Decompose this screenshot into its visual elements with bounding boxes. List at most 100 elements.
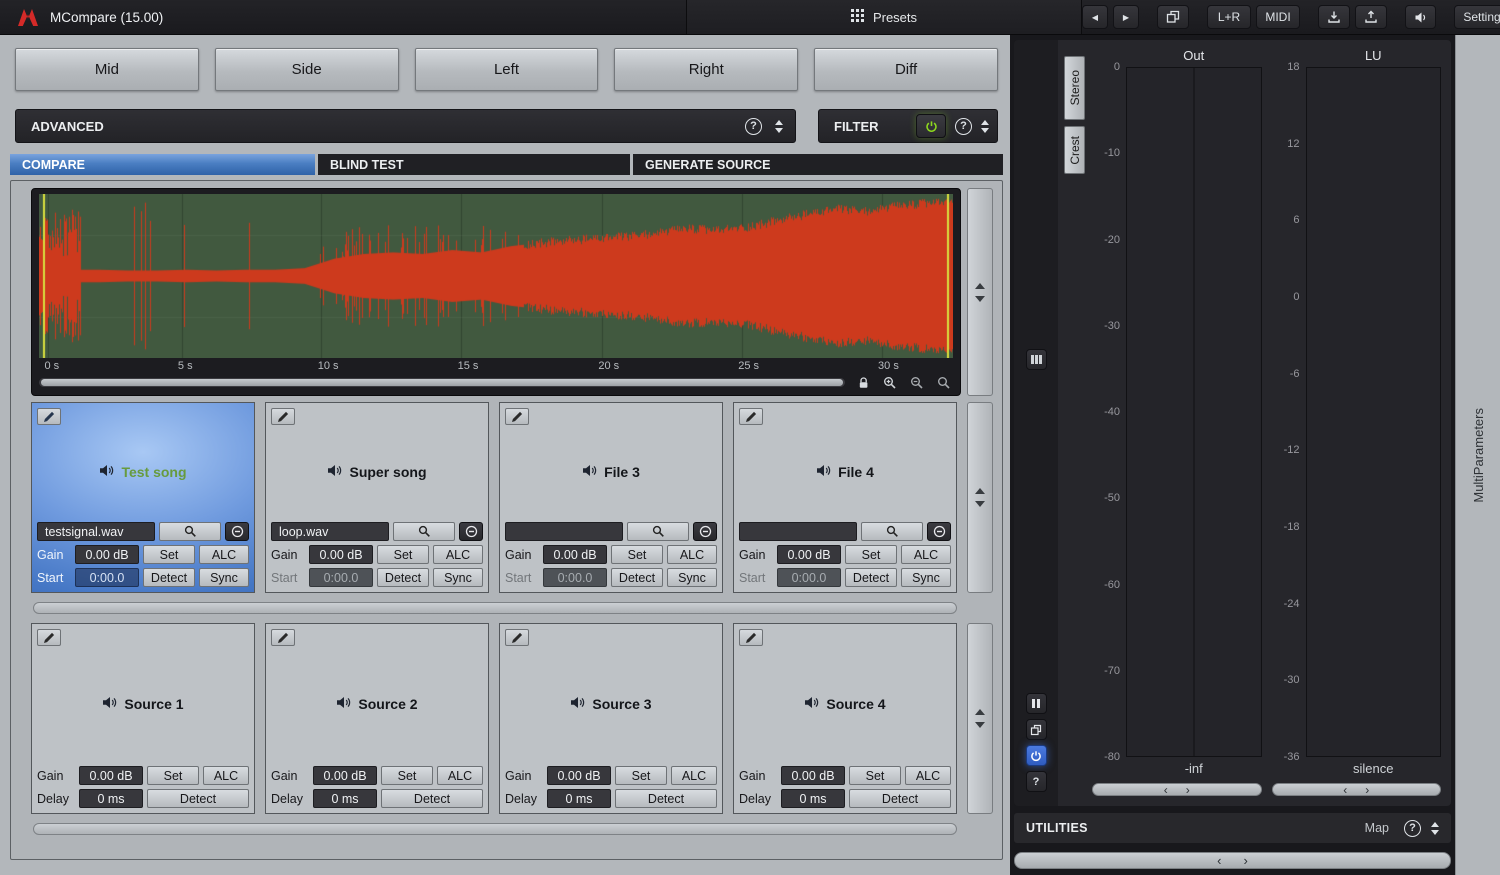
meter-power-button[interactable] xyxy=(1026,745,1047,766)
zoom-reset-icon[interactable] xyxy=(935,375,953,391)
import-icon[interactable] xyxy=(1318,5,1350,29)
channel-mid-button[interactable]: Mid xyxy=(15,48,199,91)
alc-button[interactable]: ALC xyxy=(905,766,951,785)
channel-side-button[interactable]: Side xyxy=(215,48,399,91)
detect-button[interactable]: Detect xyxy=(143,568,195,587)
waveform-scrollbar[interactable] xyxy=(39,378,845,387)
detach-window-icon[interactable] xyxy=(1026,719,1047,740)
gain-value[interactable]: 0.00 dB xyxy=(777,545,841,564)
sources-scrollbar[interactable] xyxy=(33,823,957,835)
tab-generate-source[interactable]: GENERATE SOURCE xyxy=(633,154,1003,175)
remove-icon[interactable] xyxy=(225,522,249,541)
ab-copy-icon[interactable] xyxy=(1157,5,1189,29)
lu-meter-bars[interactable] xyxy=(1306,67,1442,757)
detect-button[interactable]: Detect xyxy=(845,568,897,587)
pencil-icon[interactable] xyxy=(37,408,61,425)
map-button[interactable]: Map xyxy=(1365,821,1389,835)
detect-button[interactable]: Detect xyxy=(615,789,717,808)
tab-stereo[interactable]: Stereo xyxy=(1064,56,1085,120)
set-button[interactable]: Set xyxy=(611,545,663,564)
source-slot-2[interactable]: Source 2 Gain 0.00 dB Set ALC Delay 0 ms… xyxy=(265,623,489,814)
pencil-icon[interactable] xyxy=(271,408,295,425)
filename-field[interactable]: testsignal.wav xyxy=(37,522,155,541)
channel-mode-button[interactable]: L+R xyxy=(1207,5,1251,29)
previous-preset-button[interactable]: ◀ xyxy=(1082,5,1108,29)
gain-value[interactable]: 0.00 dB xyxy=(309,545,373,564)
filter-bar[interactable]: FILTER ? xyxy=(818,109,998,143)
waveform-display[interactable] xyxy=(39,194,953,358)
pencil-icon[interactable] xyxy=(37,629,61,646)
waveform-resize-spinner[interactable] xyxy=(967,188,993,396)
output-limiter-icon[interactable] xyxy=(1405,5,1436,29)
alc-button[interactable]: ALC xyxy=(199,545,249,564)
start-value[interactable]: 0:00.0 xyxy=(777,568,841,587)
alc-button[interactable]: ALC xyxy=(901,545,951,564)
slots-resize-spinner[interactable] xyxy=(967,402,993,593)
utilities-bar[interactable]: UTILITIES Map ? xyxy=(1014,813,1451,843)
filename-field[interactable] xyxy=(505,522,623,541)
alc-button[interactable]: ALC xyxy=(437,766,483,785)
presets-button[interactable]: Presets xyxy=(686,0,1082,34)
start-value[interactable]: 0:00.0 xyxy=(75,568,139,587)
delay-value[interactable]: 0 ms xyxy=(547,789,611,808)
zoom-out-icon[interactable] xyxy=(908,375,926,391)
filter-help-icon[interactable]: ? xyxy=(955,118,972,135)
sync-button[interactable]: Sync xyxy=(433,568,483,587)
utilities-spinner[interactable] xyxy=(1431,822,1439,835)
multiparameters-panel-handle[interactable]: MultiParameters xyxy=(1455,35,1500,875)
delay-value[interactable]: 0 ms xyxy=(313,789,377,808)
set-button[interactable]: Set xyxy=(143,545,195,564)
file-slot-4[interactable]: File 4 Gain 0.00 dB Set ALC Start 0:00.0… xyxy=(733,402,957,593)
remove-icon[interactable] xyxy=(459,522,483,541)
gain-value[interactable]: 0.00 dB xyxy=(79,766,143,785)
remove-icon[interactable] xyxy=(927,522,951,541)
browse-icon[interactable] xyxy=(159,522,221,541)
set-button[interactable]: Set xyxy=(845,545,897,564)
panel-width-slider[interactable]: ‹ › xyxy=(1014,852,1451,869)
sync-button[interactable]: Sync xyxy=(199,568,249,587)
tab-blind-test[interactable]: BLIND TEST xyxy=(318,154,630,175)
gain-value[interactable]: 0.00 dB xyxy=(781,766,845,785)
file-slot-super-song[interactable]: Super song loop.wav Gain 0.00 dB Set ALC… xyxy=(265,402,489,593)
pencil-icon[interactable] xyxy=(505,408,529,425)
detect-button[interactable]: Detect xyxy=(849,789,951,808)
filter-power-button[interactable] xyxy=(916,114,946,138)
gain-value[interactable]: 0.00 dB xyxy=(543,545,607,564)
gain-value[interactable]: 0.00 dB xyxy=(547,766,611,785)
melda-logo-icon[interactable] xyxy=(16,7,40,27)
filter-spinner[interactable] xyxy=(981,120,989,133)
meter-columns-icon[interactable] xyxy=(1026,349,1047,370)
export-icon[interactable] xyxy=(1355,5,1387,29)
gain-value[interactable]: 0.00 dB xyxy=(313,766,377,785)
delay-value[interactable]: 0 ms xyxy=(781,789,845,808)
delay-value[interactable]: 0 ms xyxy=(79,789,143,808)
channel-left-button[interactable]: Left xyxy=(415,48,599,91)
channel-right-button[interactable]: Right xyxy=(614,48,798,91)
browse-icon[interactable] xyxy=(393,522,455,541)
zoom-in-icon[interactable] xyxy=(881,375,899,391)
tab-crest[interactable]: Crest xyxy=(1064,126,1085,174)
source-slot-1[interactable]: Source 1 Gain 0.00 dB Set ALC Delay 0 ms… xyxy=(31,623,255,814)
alc-button[interactable]: ALC xyxy=(671,766,717,785)
detect-button[interactable]: Detect xyxy=(377,568,429,587)
midi-button[interactable]: MIDI xyxy=(1256,5,1300,29)
lock-icon[interactable] xyxy=(854,375,872,391)
set-button[interactable]: Set xyxy=(377,545,429,564)
file-slot-3[interactable]: File 3 Gain 0.00 dB Set ALC Start 0:00.0… xyxy=(499,402,723,593)
browse-icon[interactable] xyxy=(627,522,689,541)
advanced-spinner[interactable] xyxy=(775,120,783,133)
sync-button[interactable]: Sync xyxy=(667,568,717,587)
set-button[interactable]: Set xyxy=(849,766,901,785)
sync-button[interactable]: Sync xyxy=(901,568,951,587)
source-slot-4[interactable]: Source 4 Gain 0.00 dB Set ALC Delay 0 ms… xyxy=(733,623,957,814)
filename-field[interactable] xyxy=(739,522,857,541)
pencil-icon[interactable] xyxy=(271,629,295,646)
out-meter-bars[interactable] xyxy=(1126,67,1262,757)
slots-scrollbar[interactable] xyxy=(33,602,957,614)
detect-button[interactable]: Detect xyxy=(381,789,483,808)
meter-help-icon[interactable]: ? xyxy=(1026,771,1047,792)
detect-button[interactable]: Detect xyxy=(147,789,249,808)
set-button[interactable]: Set xyxy=(147,766,199,785)
pause-icon[interactable] xyxy=(1026,693,1047,714)
tab-compare[interactable]: COMPARE xyxy=(10,154,315,175)
